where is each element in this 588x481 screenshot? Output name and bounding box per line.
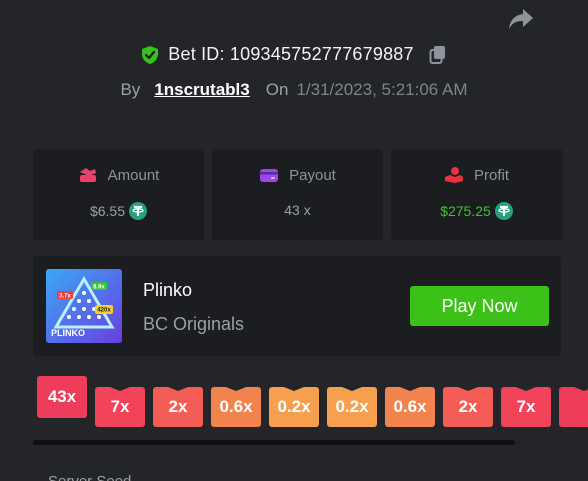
amount-label: Amount — [107, 166, 160, 184]
multiplier-row: 43x 7x 2x 0.6x 0.2x 0.2x 0.6x 2x 7x — [37, 376, 588, 436]
multiplier-slot: 7x — [501, 387, 551, 427]
multiplier-slot: 2x — [153, 387, 203, 427]
play-now-button[interactable]: Play Now — [410, 286, 549, 326]
thumbnail-badge: 8.9x — [93, 285, 105, 291]
multiplier-slot — [559, 387, 588, 427]
on-label: On — [265, 80, 289, 99]
share-icon[interactable] — [507, 6, 535, 32]
profit-label: Profit — [473, 166, 509, 184]
bet-stats: Amount $6.55 Payout 43 x Profit $275.25 — [33, 149, 562, 240]
shield-check-icon — [142, 45, 159, 64]
bet-details-panel: Bet ID: 109345752777679887 By 1nscrutabl… — [0, 0, 588, 481]
payout-value: 43 x — [284, 202, 311, 218]
stat-amount: Amount $6.55 — [33, 149, 204, 240]
thumbnail-badge: 3.7x — [59, 294, 71, 300]
amount-value: $6.55 — [89, 203, 126, 219]
multiplier-slot: 7x — [95, 387, 145, 427]
multiplier-slot: 0.2x — [327, 387, 377, 427]
server-seed-label: Server Seed — [48, 473, 131, 481]
usdt-icon — [129, 202, 148, 220]
username-link[interactable]: 1nscrutabl3 — [154, 80, 249, 100]
stat-payout: Payout 43 x — [212, 149, 383, 240]
profit-icon — [444, 167, 463, 183]
multiplier-slot: 0.2x — [269, 387, 319, 427]
bet-datetime: 1/31/2023, 5:21:06 AM — [296, 80, 468, 99]
stat-profit: Profit $275.25 — [391, 149, 562, 240]
multiplier-slot: 0.6x — [385, 387, 435, 427]
multiplier-slot: 0.6x — [211, 387, 261, 427]
amount-icon — [79, 168, 96, 182]
thumbnail-badge: 420x — [97, 308, 111, 314]
wallet-icon — [260, 169, 279, 182]
bet-id-row: Bet ID: 109345752777679887 — [0, 44, 588, 65]
copy-icon[interactable] — [428, 45, 448, 65]
game-title[interactable]: Plinko — [143, 280, 192, 301]
bet-meta-row: By 1nscrutabl3 On 1/31/2023, 5:21:06 AM — [0, 80, 588, 100]
payout-label: Payout — [289, 166, 336, 184]
by-label: By — [120, 80, 141, 99]
game-card: 3.7x 8.9x 420x PLINKO Plinko BC Original… — [33, 256, 561, 356]
horizontal-scrollbar[interactable] — [33, 440, 515, 445]
thumbnail-title: PLINKO — [51, 328, 85, 338]
game-subtitle: BC Originals — [143, 314, 245, 334]
usdt-icon — [494, 202, 513, 220]
plinko-thumbnail[interactable]: 3.7x 8.9x 420x PLINKO — [46, 269, 122, 343]
bet-id: Bet ID: 109345752777679887 — [168, 44, 414, 64]
profit-value: $275.25 — [440, 203, 491, 219]
multiplier-slot-active: 43x — [37, 376, 87, 418]
multiplier-slot: 2x — [443, 387, 493, 427]
